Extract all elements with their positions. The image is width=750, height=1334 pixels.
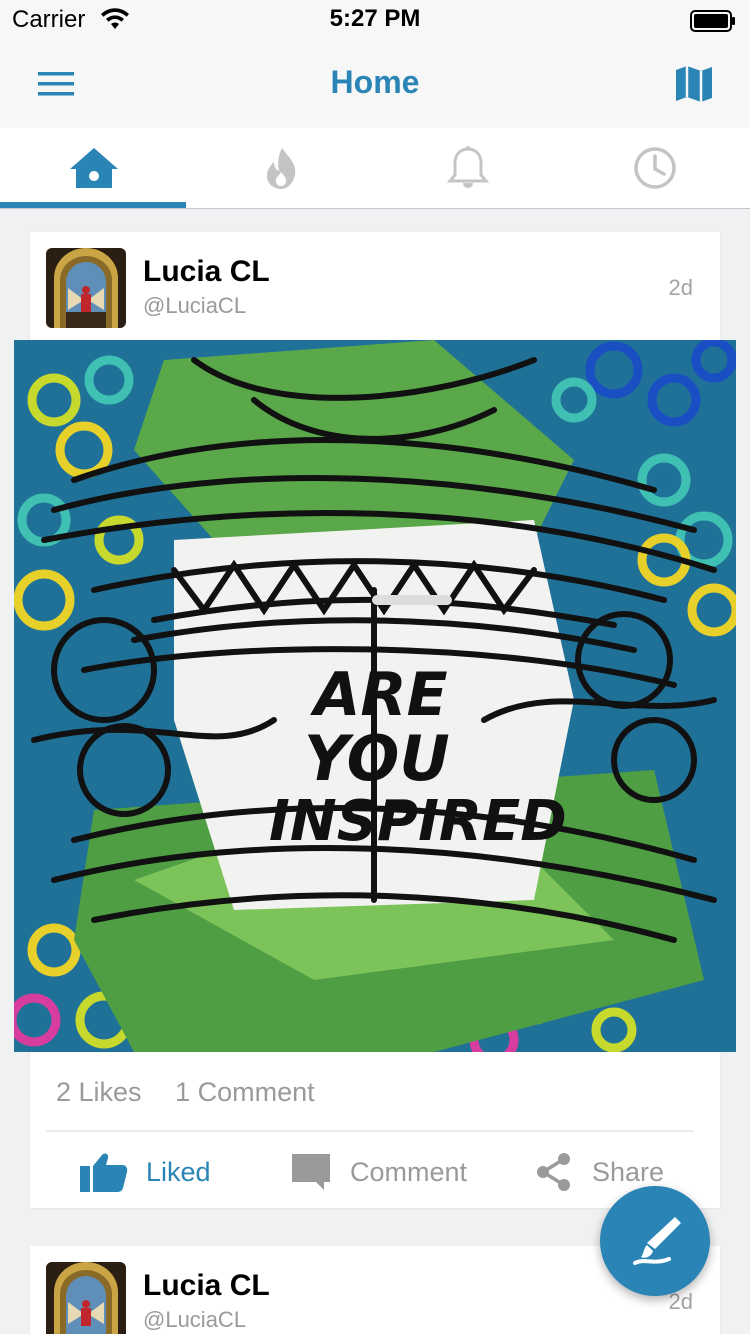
graffiti-text-3: INSPIRED bbox=[269, 789, 567, 854]
comment-label: Comment bbox=[350, 1156, 468, 1187]
share-label: Share bbox=[592, 1156, 665, 1187]
avatar[interactable] bbox=[46, 248, 126, 328]
map-icon[interactable] bbox=[674, 64, 714, 104]
nav-bar: Home bbox=[0, 42, 750, 128]
share-icon bbox=[537, 1153, 570, 1191]
flame-icon bbox=[266, 148, 295, 189]
page-title: Home bbox=[330, 64, 420, 100]
like-button[interactable]: Liked bbox=[80, 1148, 211, 1196]
post-image[interactable]: ARE YOU INSPIRED bbox=[14, 340, 736, 1052]
avatar[interactable] bbox=[46, 1262, 126, 1334]
status-time: 5:27 PM bbox=[329, 5, 421, 32]
post-stats: 2 Likes 1 Comment bbox=[56, 1077, 341, 1108]
post-timestamp: 2d bbox=[668, 275, 693, 300]
graffiti-text-2: YOU bbox=[304, 722, 450, 795]
battery-icon bbox=[690, 10, 735, 32]
brush-icon bbox=[633, 1217, 681, 1265]
comment-icon bbox=[292, 1154, 330, 1190]
divider bbox=[46, 1130, 694, 1132]
tab-notifications[interactable] bbox=[374, 128, 561, 208]
active-tab-indicator bbox=[0, 202, 186, 208]
author-name[interactable]: Lucia CL bbox=[143, 1269, 270, 1303]
likes-count[interactable]: 2 Likes bbox=[56, 1077, 142, 1107]
home-icon bbox=[69, 148, 118, 188]
compose-button[interactable] bbox=[600, 1186, 710, 1296]
comment-button[interactable]: Comment bbox=[290, 1148, 467, 1196]
clock-icon bbox=[633, 147, 676, 189]
tab-bar bbox=[0, 128, 750, 209]
tab-home[interactable] bbox=[0, 128, 187, 208]
author-handle[interactable]: @LuciaCL bbox=[143, 293, 246, 319]
author-name[interactable]: Lucia CL bbox=[143, 255, 270, 289]
comments-count[interactable]: 1 Comment bbox=[175, 1077, 315, 1107]
bell-icon bbox=[446, 146, 489, 188]
tab-trending[interactable] bbox=[187, 128, 374, 208]
graffiti-text-1: ARE bbox=[310, 660, 448, 730]
like-label: Liked bbox=[146, 1156, 211, 1187]
status-bar: Carrier 5:27 PM bbox=[0, 0, 750, 42]
thumbs-up-icon bbox=[80, 1153, 128, 1192]
tab-history[interactable] bbox=[561, 128, 748, 208]
author-handle[interactable]: @LuciaCL bbox=[143, 1307, 246, 1333]
